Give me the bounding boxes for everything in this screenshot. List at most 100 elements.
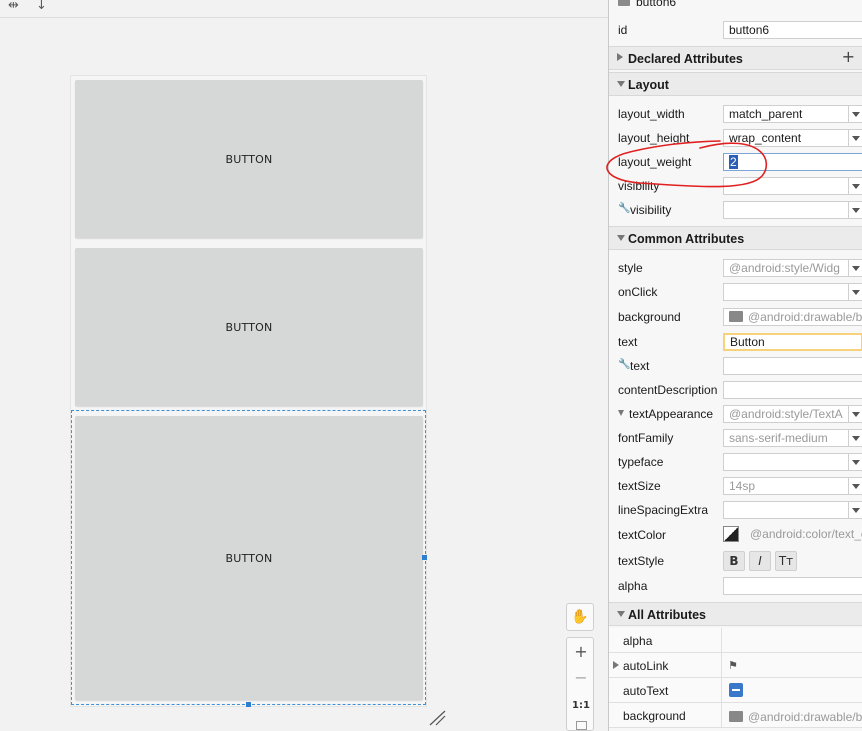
declared-attributes-header[interactable]: Declared Attributes + bbox=[609, 46, 862, 70]
checkbox-indeterminate-icon[interactable] bbox=[729, 683, 743, 697]
add-attribute-icon[interactable]: + bbox=[842, 47, 855, 66]
attr-label: lineSpacingExtra bbox=[618, 503, 709, 517]
text-style-row: textStyle B I Tт bbox=[609, 549, 862, 573]
all-attr-row[interactable]: autoLink ⚑ bbox=[609, 653, 862, 678]
zoom-fit-icon[interactable] bbox=[567, 718, 595, 731]
chevron-down-icon[interactable] bbox=[848, 502, 862, 518]
layout-weight-field[interactable]: 2 bbox=[723, 153, 862, 171]
attr-label: autoLink bbox=[623, 659, 669, 673]
wrench-icon: 🔧 bbox=[618, 359, 631, 370]
alpha-field[interactable] bbox=[723, 577, 862, 595]
zoom-in-icon[interactable]: + bbox=[567, 640, 595, 662]
arrow-down-icon[interactable]: ↓ bbox=[36, 0, 47, 13]
collapse-arrow-icon[interactable] bbox=[618, 410, 624, 416]
resize-handle-right[interactable] bbox=[422, 555, 427, 560]
attr-label: alpha bbox=[618, 579, 648, 593]
section-title: Layout bbox=[628, 78, 669, 92]
text-color-field[interactable]: @android:color/text_c bbox=[745, 526, 862, 544]
common-attributes-header[interactable]: Common Attributes bbox=[609, 226, 862, 250]
expand-arrow-icon bbox=[617, 53, 623, 61]
color-swatch-icon[interactable] bbox=[723, 526, 739, 542]
chevron-down-icon[interactable] bbox=[848, 178, 862, 194]
flag-icon[interactable]: ⚑ bbox=[728, 659, 738, 672]
style-dropdown[interactable]: @android:style/Widg bbox=[723, 259, 862, 277]
attr-label: background bbox=[623, 709, 686, 723]
font-family-row: fontFamily sans-serif-medium bbox=[609, 426, 862, 450]
zoom-actual-size-button[interactable]: 1:1 bbox=[567, 694, 595, 716]
attr-label: text bbox=[630, 359, 650, 373]
content-description-row: contentDescription bbox=[609, 378, 862, 402]
resize-handle-bottom[interactable] bbox=[246, 702, 251, 707]
all-attr-row[interactable]: autoText bbox=[609, 678, 862, 703]
layout-height-dropdown[interactable]: wrap_content bbox=[723, 129, 862, 147]
tools-visibility-row: 🔧 visibility bbox=[609, 198, 862, 222]
content-description-field[interactable] bbox=[723, 381, 862, 399]
layout-height-row: layout_height wrap_content bbox=[609, 126, 862, 150]
chevron-down-icon[interactable] bbox=[848, 284, 862, 300]
button-widget-icon bbox=[618, 0, 630, 6]
chevron-down-icon[interactable] bbox=[848, 430, 862, 446]
line-spacing-dropdown[interactable] bbox=[723, 501, 862, 519]
preview-button-3[interactable]: BUTTON bbox=[75, 416, 423, 700]
chevron-down-icon[interactable] bbox=[848, 130, 862, 146]
attr-label: textSize bbox=[618, 479, 661, 493]
chevron-down-icon[interactable] bbox=[848, 106, 862, 122]
attr-label: text bbox=[618, 335, 638, 349]
typeface-dropdown[interactable] bbox=[723, 453, 862, 471]
layout-width-dropdown[interactable]: match_parent bbox=[723, 105, 862, 123]
visibility-dropdown[interactable] bbox=[723, 177, 862, 195]
text-appearance-dropdown[interactable]: @android:style/TextA bbox=[723, 405, 862, 423]
all-caps-button[interactable]: Tт bbox=[775, 551, 797, 571]
distribute-horizontal-icon[interactable]: ⇹ bbox=[8, 0, 19, 13]
attributes-panel: button6 id button6 Declared Attributes +… bbox=[608, 0, 862, 731]
attr-label: background bbox=[618, 310, 681, 324]
attr-label: onClick bbox=[618, 285, 658, 299]
attr-label: textColor bbox=[618, 528, 667, 542]
background-value[interactable]: @android:drawable/b bbox=[729, 710, 862, 724]
tools-visibility-dropdown[interactable] bbox=[723, 201, 862, 219]
id-row: id button6 bbox=[609, 18, 862, 42]
design-canvas[interactable]: ⇹ ↓ BUTTON BUTTON BUTTON ✋ + − 1:1 bbox=[0, 0, 608, 731]
layout-weight-row: layout_weight 2 bbox=[609, 150, 862, 174]
chevron-down-icon[interactable] bbox=[848, 202, 862, 218]
wrench-icon: 🔧 bbox=[618, 203, 631, 214]
attr-label: typeface bbox=[618, 455, 664, 469]
section-title: Declared Attributes bbox=[628, 52, 743, 66]
all-attr-row[interactable]: alpha bbox=[609, 628, 862, 653]
tools-text-field[interactable] bbox=[723, 357, 862, 375]
bold-button[interactable]: B bbox=[723, 551, 745, 571]
preview-button-1[interactable]: BUTTON bbox=[75, 80, 423, 238]
canvas-resize-grip-icon[interactable] bbox=[428, 710, 446, 726]
onclick-row: onClick bbox=[609, 280, 862, 304]
component-header: button6 bbox=[609, 0, 862, 10]
zoom-out-icon[interactable]: − bbox=[567, 666, 595, 688]
text-size-row: textSize 14sp bbox=[609, 474, 862, 498]
expand-arrow-icon[interactable] bbox=[613, 661, 619, 669]
id-field[interactable]: button6 bbox=[723, 21, 862, 39]
layout-header[interactable]: Layout bbox=[609, 72, 862, 96]
onclick-dropdown[interactable] bbox=[723, 283, 862, 301]
line-spacing-row: lineSpacingExtra bbox=[609, 498, 862, 522]
preview-button-2[interactable]: BUTTON bbox=[75, 248, 423, 406]
layout-width-row: layout_width match_parent bbox=[609, 102, 862, 126]
pan-hand-icon[interactable]: ✋ bbox=[566, 603, 594, 631]
visibility-row: visibility bbox=[609, 174, 862, 198]
attr-label: style bbox=[618, 261, 643, 275]
chevron-down-icon[interactable] bbox=[848, 454, 862, 470]
zoom-button-group: + − 1:1 bbox=[566, 637, 594, 731]
chevron-down-icon[interactable] bbox=[848, 406, 862, 422]
all-attr-row[interactable]: background @android:drawable/b bbox=[609, 703, 862, 728]
background-field[interactable]: @android:drawable/b bbox=[723, 308, 862, 326]
text-size-dropdown[interactable]: 14sp bbox=[723, 477, 862, 495]
section-title: All Attributes bbox=[628, 608, 707, 622]
zoom-controls: ✋ + − 1:1 bbox=[566, 603, 594, 731]
attr-label: contentDescription bbox=[618, 383, 718, 397]
all-attributes-header[interactable]: All Attributes bbox=[609, 602, 862, 626]
chevron-down-icon[interactable] bbox=[848, 478, 862, 494]
italic-button[interactable]: I bbox=[749, 551, 771, 571]
alpha-row: alpha bbox=[609, 574, 862, 598]
attr-label: layout_weight bbox=[618, 155, 692, 169]
font-family-dropdown[interactable]: sans-serif-medium bbox=[723, 429, 862, 447]
chevron-down-icon[interactable] bbox=[848, 260, 862, 276]
text-field[interactable]: Button bbox=[723, 333, 862, 351]
